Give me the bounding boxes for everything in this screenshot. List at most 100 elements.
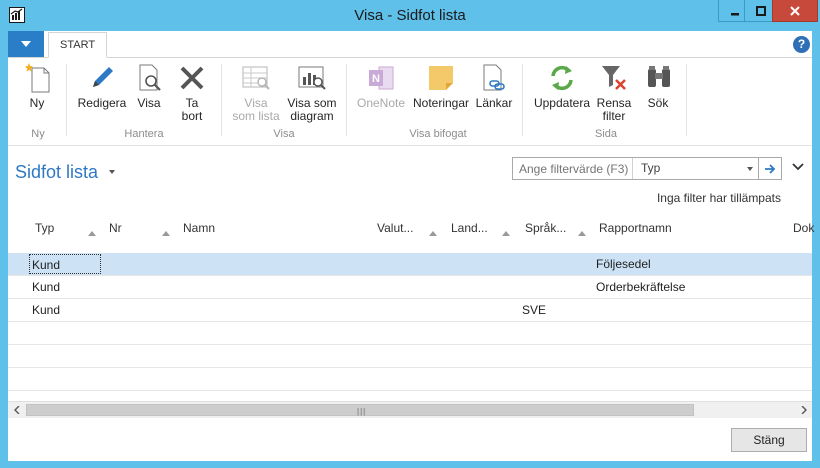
empty-row (8, 322, 812, 345)
view-document-icon (134, 62, 166, 94)
new-document-icon (22, 62, 54, 94)
sort-icon (162, 231, 170, 236)
clear-filter-button[interactable]: Rensa filter (596, 62, 632, 123)
group-label-hantera: Hantera (124, 128, 164, 140)
clear-filter-label-line1: Rensa (596, 96, 632, 110)
binoculars-icon (643, 62, 675, 94)
search-button[interactable]: Sök (643, 62, 673, 110)
scroll-right-button[interactable] (795, 402, 812, 418)
view-as-chart-label-line2: diagram (290, 109, 334, 123)
grid-header: Typ Nr Namn Valut... Land... Språk... Ra… (8, 215, 814, 253)
svg-text:N: N (372, 73, 380, 85)
ribbon-separator (522, 64, 523, 136)
links-button[interactable]: Länkar (474, 62, 514, 110)
edit-label: Redigera (77, 96, 127, 110)
notes-button[interactable]: Noteringar (411, 62, 471, 110)
refresh-button[interactable]: Uppdatera (532, 62, 592, 110)
delete-button[interactable]: Ta bort (174, 62, 210, 123)
delete-label-line2: bort (181, 109, 203, 123)
search-label: Sök (647, 96, 669, 110)
table-row[interactable]: Kund Orderbekräftelse (8, 276, 812, 299)
view-as-list-label-line2: som lista (232, 109, 280, 123)
column-rapportnamn[interactable]: Rapportnamn (599, 221, 672, 235)
filter-field-value: Typ (641, 161, 661, 175)
table-row[interactable]: Kund SVE (8, 299, 812, 322)
chevron-down-icon (792, 163, 804, 171)
onenote-icon: N (365, 62, 397, 94)
close-window-button[interactable] (772, 0, 818, 22)
ribbon-separator (346, 64, 347, 136)
column-typ[interactable]: Typ (35, 221, 54, 235)
arrow-right-icon (765, 163, 776, 174)
onenote-label: OneNote (356, 96, 406, 110)
group-label-sida: Sida (594, 128, 618, 140)
tab-start[interactable]: START (48, 32, 108, 58)
view-as-chart-button[interactable]: Visa som diagram (286, 62, 338, 123)
chevron-right-icon (801, 406, 807, 414)
links-label: Länkar (475, 96, 513, 110)
group-label-ny: Ny (31, 128, 45, 140)
link-document-icon (478, 62, 510, 94)
close-button[interactable]: Stäng (731, 428, 807, 452)
scrollbar-thumb[interactable]: ||| (26, 404, 694, 416)
cell-typ[interactable]: Kund (32, 303, 60, 317)
column-valuta[interactable]: Valut... (377, 221, 413, 235)
filter-input[interactable] (513, 158, 633, 179)
chart-view-icon (296, 62, 328, 94)
column-land[interactable]: Land... (451, 221, 488, 235)
horizontal-scrollbar[interactable]: ||| (8, 401, 812, 418)
edit-button[interactable]: Redigera (74, 62, 130, 110)
group-label-visa: Visa (273, 128, 295, 140)
sticky-note-icon (425, 62, 457, 94)
filter-field-select[interactable]: Typ (637, 158, 755, 179)
refresh-label: Uppdatera (533, 96, 591, 110)
group-label-visa-bifogat: Visa bifogat (409, 128, 467, 140)
ribbon: Ny Ny Redigera Visa Ta bort Hantera Visa… (8, 58, 812, 146)
sort-icon (88, 231, 96, 236)
cell-typ[interactable]: Kund (32, 280, 60, 294)
pencil-icon (86, 62, 118, 94)
new-button[interactable]: Ny (22, 62, 52, 110)
column-namn[interactable]: Namn (183, 221, 215, 235)
notes-label: Noteringar (412, 96, 470, 110)
grip-icon: ||| (357, 407, 367, 416)
window-client: START ? Ny Ny Redigera Visa Ta bort Hant… (8, 31, 814, 461)
cell-rapportnamn[interactable]: Orderbekräftelse (596, 280, 685, 294)
sort-icon (578, 231, 586, 236)
apply-filter-button[interactable] (758, 157, 782, 180)
chevron-down-icon[interactable] (109, 170, 115, 174)
clear-filter-label-line2: filter (602, 109, 626, 123)
collapse-filter-button[interactable] (792, 161, 804, 175)
title-bar: Visa - Sidfot lista (0, 0, 820, 31)
cell-typ[interactable]: Kund (29, 254, 101, 274)
cell-sprak[interactable]: SVE (522, 303, 546, 317)
application-menu-button[interactable] (8, 31, 44, 57)
ribbon-separator (66, 64, 67, 136)
page-title[interactable]: Sidfot lista (15, 162, 98, 183)
view-as-chart-label-line1: Visa som (287, 96, 337, 110)
delete-label-line1: Ta (185, 96, 199, 110)
refresh-icon (546, 62, 578, 94)
help-icon[interactable]: ? (793, 36, 810, 53)
column-sprak[interactable]: Språk... (525, 221, 566, 235)
window-title: Visa - Sidfot lista (354, 7, 466, 24)
onenote-button[interactable]: N OneNote (356, 62, 406, 110)
chevron-down-icon (747, 167, 753, 171)
view-label: Visa (137, 96, 161, 110)
view-as-list-button[interactable]: Visa som lista (230, 62, 282, 123)
empty-row (8, 368, 812, 391)
scroll-left-button[interactable] (8, 402, 25, 418)
view-as-list-label-line1: Visa (244, 96, 268, 110)
cell-rapportnamn[interactable]: Följesedel (596, 257, 651, 271)
column-dok[interactable]: Dok (793, 221, 814, 235)
clear-filter-icon (598, 62, 630, 94)
view-button[interactable]: Visa (134, 62, 164, 110)
no-filter-text: Inga filter har tillämpats (656, 191, 781, 205)
ribbon-separator (686, 64, 687, 136)
chevron-left-icon (13, 406, 19, 414)
column-nr[interactable]: Nr (109, 221, 122, 235)
filter-box: Typ (512, 157, 762, 180)
delete-x-icon (176, 62, 208, 94)
table-row[interactable]: Kund Följesedel (8, 253, 812, 276)
ribbon-tab-bar: START ? (8, 31, 812, 58)
